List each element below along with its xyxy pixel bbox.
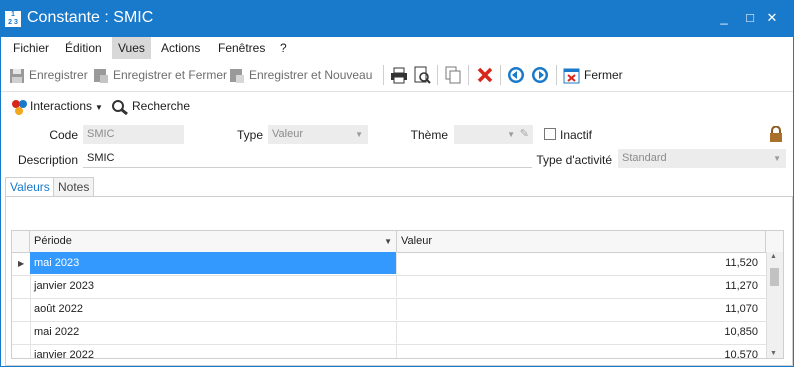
- table-row[interactable]: janvier 2022 10,570: [12, 344, 766, 358]
- row-indicator: [12, 321, 31, 344]
- close-button[interactable]: Fermer: [563, 65, 623, 85]
- previous-icon[interactable]: [507, 66, 525, 84]
- row-indicator: [12, 298, 31, 321]
- save-icon: [10, 68, 24, 83]
- delete-icon[interactable]: [476, 66, 494, 84]
- type-select[interactable]: Valeur ▼: [268, 125, 368, 144]
- scroll-up-icon[interactable]: ▲: [770, 253, 777, 260]
- inactive-checkbox[interactable]: [544, 128, 556, 140]
- chevron-down-icon: ▼: [507, 130, 515, 139]
- search-label: Recherche: [132, 99, 191, 113]
- chevron-down-icon: ▼: [95, 103, 103, 112]
- next-icon[interactable]: [531, 66, 549, 84]
- column-header-value[interactable]: Valeur: [397, 231, 766, 252]
- code-label: Code: [49, 128, 78, 142]
- toolbar-separator: [468, 65, 469, 85]
- toolbar-separator: [437, 65, 438, 85]
- table-row[interactable]: ▶ mai 2023 11,520: [12, 252, 766, 276]
- row-indicator-header: [12, 231, 30, 252]
- menu-fichier[interactable]: Fichier: [7, 37, 55, 59]
- cell-value[interactable]: 10,570: [397, 344, 766, 358]
- activity-type-label: Type d'activité: [536, 153, 612, 167]
- toolbar-separator: [500, 65, 501, 85]
- cell-value[interactable]: 10,850: [397, 321, 766, 343]
- toolbar-separator: [383, 65, 384, 85]
- save-button[interactable]: Enregistrer: [9, 65, 88, 85]
- values-grid: Période ▼ Valeur ▶ mai 2023 11,520 janvi…: [11, 230, 784, 359]
- cell-value[interactable]: 11,520: [397, 252, 766, 274]
- copy-icon[interactable]: [444, 66, 462, 84]
- menu-fenetres[interactable]: Fenêtres: [212, 37, 271, 59]
- save-close-icon: [94, 68, 108, 83]
- tab-notes[interactable]: Notes: [53, 177, 95, 197]
- save-label: Enregistrer: [29, 68, 88, 82]
- scroll-down-icon[interactable]: ▼: [770, 350, 777, 357]
- activity-type-select[interactable]: Standard ▼: [618, 149, 786, 168]
- table-row[interactable]: janvier 2023 11,270: [12, 275, 766, 299]
- interactions-button[interactable]: Interactions ▼: [11, 96, 103, 116]
- edit-pencil-icon[interactable]: ✎: [520, 125, 529, 144]
- print-icon[interactable]: [390, 66, 408, 84]
- code-field[interactable]: SMIC: [83, 125, 184, 144]
- secondary-toolbar: Interactions ▼ Recherche: [1, 93, 793, 119]
- main-window: 12 3 Constante : SMIC _ □ ✕ Fichier Édit…: [0, 0, 794, 367]
- inactive-label: Inactif: [560, 128, 593, 142]
- type-value: Valeur: [272, 128, 303, 140]
- menu-actions[interactable]: Actions: [155, 37, 206, 59]
- tab-valeurs[interactable]: Valeurs: [5, 177, 55, 198]
- grid-vertical-scrollbar[interactable]: ▲ ▼: [766, 252, 783, 358]
- theme-select[interactable]: ▼ ✎: [454, 125, 533, 144]
- toolbar-separator: [556, 65, 557, 85]
- sort-desc-icon[interactable]: ▼: [384, 231, 392, 252]
- cell-period[interactable]: août 2022: [30, 298, 397, 320]
- type-label: Type: [236, 128, 263, 142]
- menu-help[interactable]: ?: [274, 37, 293, 59]
- interactions-label: Interactions: [30, 99, 93, 113]
- title-bar: 12 3 Constante : SMIC _ □ ✕: [1, 1, 793, 37]
- row-indicator: ▶: [12, 252, 31, 275]
- close-window-button[interactable]: ✕: [761, 7, 783, 29]
- menu-bar: Fichier Édition Vues Actions Fenêtres ?: [1, 37, 793, 59]
- cell-value[interactable]: 11,070: [397, 298, 766, 320]
- table-row[interactable]: août 2022 11,070: [12, 298, 766, 322]
- close-label: Fermer: [584, 68, 623, 82]
- chevron-down-icon: ▼: [773, 154, 781, 163]
- toolbar: Enregistrer Enregistrer et Fermer Enregi…: [1, 59, 793, 92]
- window-title: Constante : SMIC: [27, 9, 154, 26]
- save-new-button[interactable]: Enregistrer et Nouveau: [229, 65, 372, 85]
- menu-edition[interactable]: Édition: [59, 37, 108, 59]
- save-new-icon: [230, 68, 244, 83]
- table-row[interactable]: mai 2022 10,850: [12, 321, 766, 345]
- maximize-button[interactable]: □: [739, 7, 761, 29]
- cell-period[interactable]: mai 2022: [30, 321, 397, 343]
- description-field[interactable]: SMIC: [83, 149, 532, 168]
- minimize-button[interactable]: _: [713, 7, 735, 29]
- cell-value[interactable]: 11,270: [397, 275, 766, 297]
- cell-period[interactable]: mai 2023: [30, 252, 397, 274]
- save-close-label: Enregistrer et Fermer: [113, 68, 228, 82]
- row-indicator: [12, 275, 31, 298]
- close-form-icon: [563, 68, 580, 84]
- cell-period[interactable]: janvier 2023: [30, 275, 397, 297]
- numbers-icon: 12 3: [5, 11, 21, 27]
- row-indicator: [12, 344, 31, 358]
- interactions-icon: [12, 99, 27, 115]
- description-label: Description: [17, 153, 78, 167]
- column-header-period-label: Période: [34, 235, 72, 247]
- menu-vues[interactable]: Vues: [112, 37, 151, 59]
- activity-type-value: Standard: [622, 152, 667, 164]
- theme-label: Thème: [410, 128, 448, 142]
- column-header-period[interactable]: Période ▼: [30, 231, 397, 252]
- search-icon: [112, 99, 128, 115]
- print-preview-icon[interactable]: [413, 66, 431, 84]
- lock-icon: [770, 126, 782, 142]
- grid-header: Période ▼ Valeur: [12, 231, 783, 253]
- chevron-down-icon: ▼: [355, 130, 363, 139]
- save-close-button[interactable]: Enregistrer et Fermer: [93, 65, 227, 85]
- search-button[interactable]: Recherche: [111, 96, 190, 116]
- save-new-label: Enregistrer et Nouveau: [249, 68, 373, 82]
- cell-period[interactable]: janvier 2022: [30, 344, 397, 358]
- scrollbar-thumb[interactable]: [770, 268, 779, 286]
- current-row-icon: ▶: [18, 259, 25, 268]
